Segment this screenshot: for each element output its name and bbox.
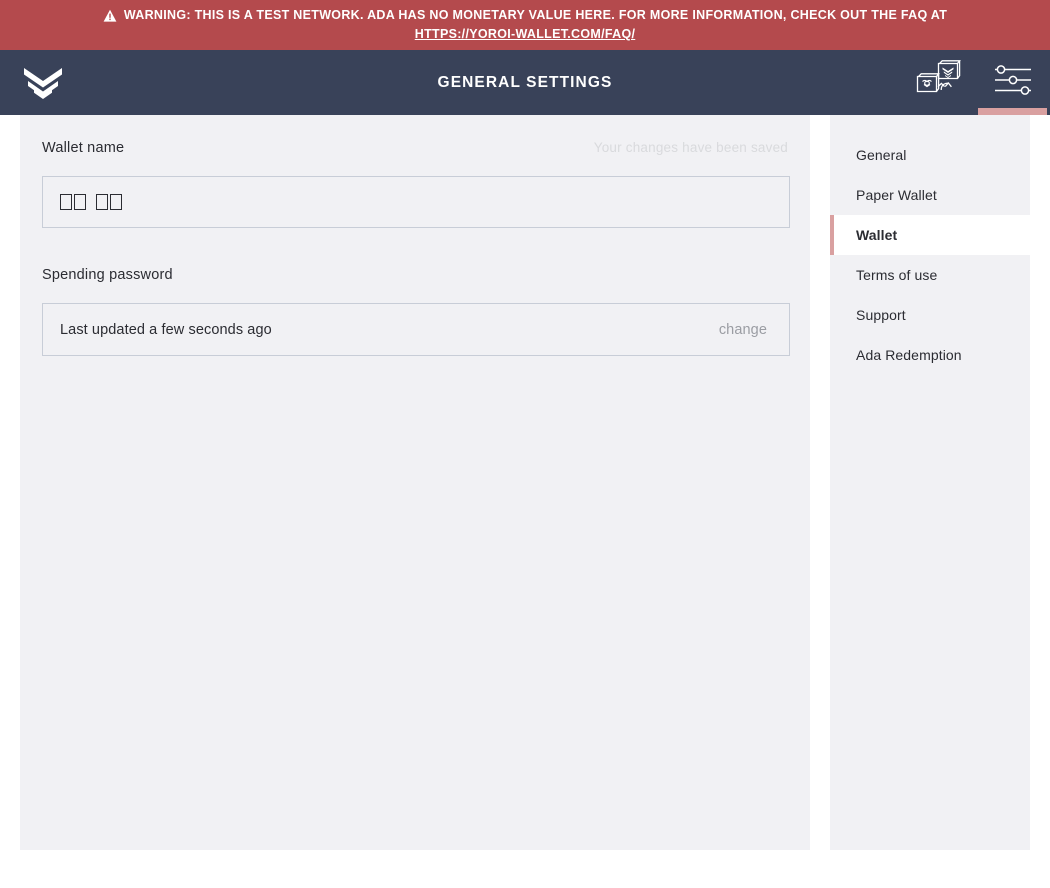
wallet-name-value <box>60 193 124 211</box>
spending-password-header: Spending password <box>42 267 788 291</box>
sidebar-item-support[interactable]: Support <box>830 295 1030 335</box>
page-body: Wallet name Your changes have been saved… <box>0 115 1050 888</box>
settings-sliders-icon <box>993 63 1033 102</box>
wallet-name-header: Wallet name Your changes have been saved <box>42 140 788 164</box>
test-network-warning-banner: WARNING: THIS IS A TEST NETWORK. ADA HAS… <box>0 0 1050 50</box>
wallet-name-label: Wallet name <box>42 140 125 156</box>
settings-button[interactable] <box>975 50 1050 115</box>
password-last-updated: Last updated a few seconds ago <box>60 321 272 338</box>
warning-line: WARNING: THIS IS A TEST NETWORK. ADA HAS… <box>103 6 947 25</box>
top-navigation-bar: GENERAL SETTINGS <box>0 50 1050 115</box>
sidebar-item-ada-redemption[interactable]: Ada Redemption <box>830 335 1030 375</box>
changes-saved-message: Your changes have been saved <box>593 140 788 155</box>
sidebar-item-paper-wallet[interactable]: Paper Wallet <box>830 175 1030 215</box>
sidebar-item-wallet[interactable]: Wallet <box>830 215 1030 255</box>
topbar-actions <box>900 50 1050 115</box>
wallet-name-input[interactable] <box>42 176 790 228</box>
faq-link[interactable]: HTTPS://YOROI-WALLET.COM/FAQ/ <box>415 25 636 44</box>
switch-wallet-icon <box>915 59 961 106</box>
change-password-link[interactable]: change <box>719 322 767 338</box>
warning-triangle-icon <box>103 9 117 23</box>
warning-text: WARNING: THIS IS A TEST NETWORK. ADA HAS… <box>123 8 948 22</box>
switch-wallet-button[interactable] <box>900 50 975 115</box>
spending-password-label: Spending password <box>42 267 173 283</box>
sidebar-item-general[interactable]: General <box>830 135 1030 175</box>
spending-password-row[interactable]: Last updated a few seconds ago change <box>42 303 790 356</box>
sidebar-item-terms-of-use[interactable]: Terms of use <box>830 255 1030 295</box>
settings-main-panel: Wallet name Your changes have been saved… <box>20 115 810 850</box>
settings-sidebar: General Paper Wallet Wallet Terms of use… <box>830 115 1030 850</box>
page-title: GENERAL SETTINGS <box>437 73 613 91</box>
